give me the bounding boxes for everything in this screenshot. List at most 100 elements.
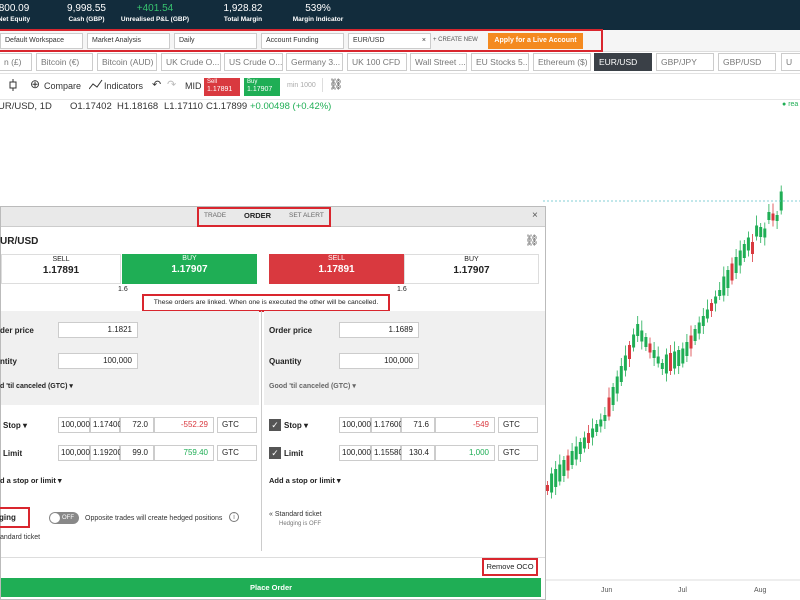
x-tick-aug: Aug — [754, 587, 767, 594]
workspace-tab[interactable]: Default Workspace — [0, 33, 83, 49]
limit-pnl[interactable]: 759.40 — [154, 445, 214, 461]
indicators-button[interactable]: Indicators — [104, 79, 143, 93]
instrument-tab[interactable]: GBP/USD — [718, 53, 776, 71]
workspace-tab[interactable]: EUR/USD × — [348, 33, 431, 49]
candle-body — [562, 460, 566, 476]
instrument-tab[interactable]: U — [781, 53, 800, 71]
limit-tif-select[interactable]: GTC — [498, 445, 538, 461]
compare-button[interactable]: Compare — [44, 79, 81, 93]
unrealised-pnl-stat: +401.54 Unrealised P&L (GBP) — [120, 3, 190, 25]
quick-sell-button[interactable]: Sell 1.17891 — [204, 78, 240, 96]
left-sell-button[interactable]: SELL 1.17891 — [1, 254, 121, 284]
stop-tif-select[interactable]: GTC — [217, 417, 257, 433]
workspace-tab[interactable]: Market Analysis — [87, 33, 170, 49]
undo-icon[interactable]: ↶ — [152, 78, 161, 92]
candle-body — [587, 433, 590, 443]
instrument-tab[interactable]: Bitcoin (€) — [36, 53, 93, 71]
limit-pnl[interactable]: 1,000 — [435, 445, 495, 461]
stop-price[interactable]: 1.17600 — [371, 417, 403, 433]
apply-live-account-button[interactable]: Apply for a Live Account — [488, 33, 583, 49]
divider — [1, 557, 545, 558]
instrument-tab[interactable]: EU Stocks 5... — [471, 53, 529, 71]
candle-body — [730, 263, 734, 281]
quick-sell-label: Sell — [207, 79, 218, 85]
instrument-tab[interactable]: Wall Street ... — [410, 53, 467, 71]
hedging-toggle[interactable]: OFF — [49, 512, 79, 524]
quick-buy-button[interactable]: Buy 1.17907 — [244, 78, 280, 96]
instrument-tab[interactable]: US Crude O... — [224, 53, 283, 71]
stop-pnl[interactable]: -549 — [435, 417, 495, 433]
close-icon[interactable]: × — [532, 210, 538, 221]
quantity-input[interactable]: 100,000 — [339, 353, 419, 369]
limit-points[interactable]: 99.0 — [120, 445, 154, 461]
create-new-button[interactable]: + CREATE NEW — [433, 33, 478, 49]
standard-ticket-label: Standard ticket — [274, 511, 322, 518]
stop-quantity[interactable]: 100,000 — [339, 417, 371, 433]
stop-checkbox[interactable]: ✓ — [269, 419, 281, 431]
close-icon[interactable]: × — [422, 34, 426, 48]
add-stop-limit-button[interactable]: d a stop or limit ▾ — [0, 476, 62, 485]
limit-price[interactable]: 1.19200 — [90, 445, 122, 461]
hedging-label: ging — [0, 507, 30, 528]
tab-set-alert[interactable]: SET ALERT — [289, 212, 324, 219]
right-buy-button[interactable]: BUY 1.17907 — [404, 254, 539, 284]
tab-trade[interactable]: TRADE — [204, 212, 226, 219]
stop-quantity[interactable]: 100,000 — [58, 417, 90, 433]
stop-tif-select[interactable]: GTC — [498, 417, 538, 433]
instrument-tab[interactable]: n (£) — [0, 53, 32, 71]
stop-type-select[interactable]: Stop ▾ — [284, 421, 308, 430]
left-buy-button[interactable]: BUY 1.17907 — [122, 254, 257, 284]
info-icon[interactable]: i — [229, 512, 239, 522]
compare-icon[interactable]: ⊕ — [30, 77, 40, 91]
limit-quantity[interactable]: 100,000 — [58, 445, 90, 461]
stop-pnl[interactable]: -552.29 — [154, 417, 214, 433]
instrument-tab[interactable]: GBP/JPY — [656, 53, 714, 71]
limit-points[interactable]: 130.4 — [401, 445, 435, 461]
price-chart[interactable]: Jun Jul Aug — [543, 118, 800, 600]
candle-body — [775, 215, 779, 221]
add-stop-limit-button[interactable]: Add a stop or limit ▾ — [269, 476, 341, 485]
standard-ticket-link[interactable]: « Standard ticket — [269, 511, 322, 518]
link-icon[interactable]: ⛓ — [322, 78, 343, 92]
indicators-icon[interactable] — [88, 79, 103, 95]
instrument-tab-active[interactable]: EUR/USD — [594, 53, 652, 71]
order-price-input[interactable]: 1.1821 — [58, 322, 138, 338]
stop-points[interactable]: 72.0 — [120, 417, 154, 433]
limit-checkbox[interactable]: ✓ — [269, 447, 281, 459]
workspace-tab[interactable]: Daily — [174, 33, 257, 49]
candle-body — [582, 437, 586, 449]
order-price-input[interactable]: 1.1689 — [339, 322, 419, 338]
limit-price[interactable]: 1.15580 — [371, 445, 403, 461]
stop-points[interactable]: 71.6 — [401, 417, 435, 433]
candle-body — [685, 342, 689, 356]
candle-body — [734, 257, 738, 273]
limit-tif-select[interactable]: GTC — [217, 445, 257, 461]
place-order-button[interactable]: Place Order — [1, 578, 541, 597]
price-mode[interactable]: MID — [185, 79, 202, 93]
right-sell-button[interactable]: SELL 1.17891 — [269, 254, 404, 284]
standard-ticket-link[interactable]: andard ticket — [0, 534, 40, 541]
workspace-tab[interactable]: Account Funding — [261, 33, 344, 49]
candle-body — [763, 228, 767, 238]
validity-select[interactable]: Good 'til canceled (GTC) ▾ — [269, 382, 356, 390]
redo-icon[interactable]: ↷ — [167, 78, 176, 92]
instrument-tab[interactable]: Ethereum ($) — [533, 53, 591, 71]
instrument-tab[interactable]: Germany 3... — [286, 53, 343, 71]
link-icon[interactable]: ⛓ — [525, 234, 539, 247]
validity-select[interactable]: d 'til canceled (GTC) ▾ — [0, 382, 73, 390]
stop-type-select[interactable]: Stop ▾ — [3, 421, 27, 430]
buy-price: 1.17907 — [453, 265, 490, 276]
remove-oco-button[interactable]: Remove OCO — [482, 558, 538, 576]
candle-type-icon[interactable] — [8, 79, 18, 95]
instrument-tab[interactable]: UK Crude O... — [161, 53, 221, 71]
limit-quantity[interactable]: 100,000 — [339, 445, 371, 461]
tab-order[interactable]: ORDER — [244, 211, 271, 220]
dialog-header: TRADE ORDER SET ALERT × — [1, 207, 545, 227]
instrument-tab[interactable]: UK 100 CFD — [347, 53, 407, 71]
quantity-input[interactable]: 100,000 — [58, 353, 138, 369]
candle-body — [574, 446, 578, 460]
limit-label: Limit — [284, 449, 304, 458]
instrument-tab[interactable]: Bitcoin (AUD) — [97, 53, 157, 71]
chart-symbol[interactable]: UR/USD, 1D — [0, 101, 52, 112]
stop-price[interactable]: 1.17400 — [90, 417, 122, 433]
